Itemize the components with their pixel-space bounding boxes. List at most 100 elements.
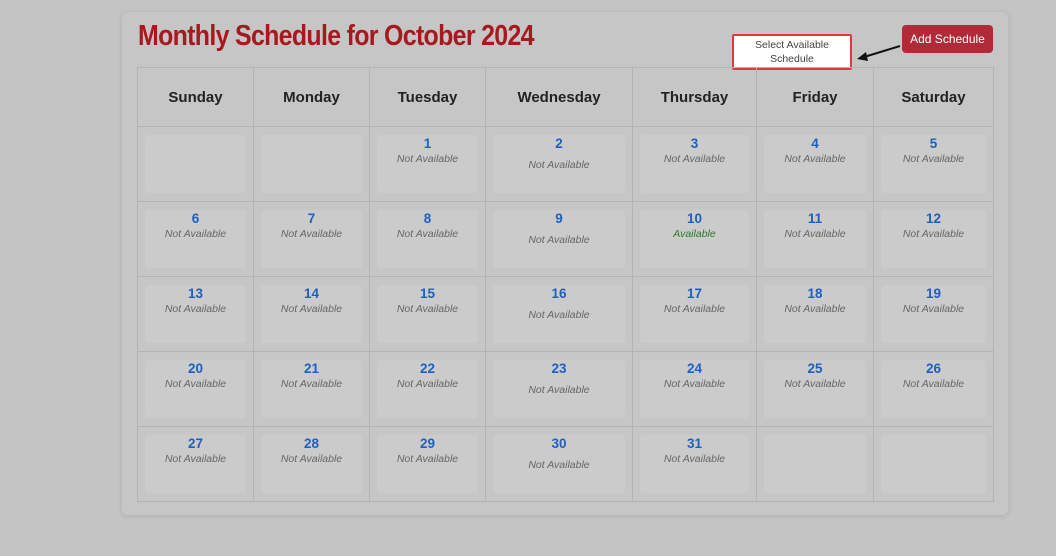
day-20[interactable]: 20 Not Available	[145, 360, 246, 418]
day-28[interactable]: 28 Not Available	[261, 435, 362, 493]
calendar-cell: 11 Not Available	[756, 201, 874, 277]
day-number: 30	[551, 436, 567, 451]
status-not-available: Not Available	[280, 303, 343, 315]
day-6[interactable]: 6 Not Available	[145, 210, 246, 268]
calendar-cell: 22 Not Available	[369, 351, 486, 427]
schedule-card: Monthly Schedule for October 2024 Select…	[122, 12, 1008, 515]
calendar-cell: 27 Not Available	[137, 426, 254, 502]
calendar-cell: 19 Not Available	[873, 276, 994, 352]
status-not-available: Not Available	[164, 228, 227, 240]
day-15[interactable]: 15 Not Available	[377, 285, 478, 343]
calendar-cell	[873, 426, 994, 502]
callout-text: Select Available Schedule	[755, 39, 829, 65]
day-31[interactable]: 31 Not Available	[640, 435, 749, 493]
select-schedule-callout: Select Available Schedule	[732, 34, 852, 70]
day-23[interactable]: 23 Not Available	[493, 360, 625, 418]
day-2[interactable]: 2 Not Available	[493, 135, 625, 193]
day-number: 18	[807, 286, 823, 301]
calendar-cell: 25 Not Available	[756, 351, 874, 427]
day-16[interactable]: 16 Not Available	[493, 285, 625, 343]
day-27[interactable]: 27 Not Available	[145, 435, 246, 493]
arrow-icon	[857, 45, 901, 61]
status-not-available: Not Available	[396, 378, 459, 390]
status-not-available: Not Available	[528, 159, 590, 171]
status-not-available: Not Available	[784, 228, 846, 240]
day-11[interactable]: 11 Not Available	[764, 210, 866, 268]
status-not-available: Not Available	[784, 378, 846, 390]
empty-day	[261, 135, 362, 193]
calendar-week-row: 13 Not Available 14 Not Available 15 Not Avai…	[137, 276, 994, 352]
calendar-cell: 9 Not Available	[485, 201, 633, 277]
day-number: 10	[686, 211, 703, 226]
calendar-cell: 6 Not Available	[137, 201, 254, 277]
day-24[interactable]: 24 Not Available	[640, 360, 749, 418]
day-number: 5	[929, 136, 938, 151]
day-8[interactable]: 8 Not Available	[377, 210, 478, 268]
calendar-cell: 8 Not Available	[369, 201, 486, 277]
calendar-grid: Sunday Monday Tuesday Wednesday Thursday…	[137, 67, 994, 502]
day-number: 9	[555, 211, 563, 226]
status-available: Available	[673, 228, 716, 240]
calendar-cell: 4 Not Available	[756, 126, 874, 202]
status-not-available: Not Available	[280, 228, 343, 240]
status-not-available: Not Available	[902, 303, 965, 315]
day-30[interactable]: 30 Not Available	[493, 435, 625, 493]
day-number: 11	[807, 211, 823, 226]
day-5[interactable]: 5 Not Available	[881, 135, 986, 193]
calendar-cell: 24 Not Available	[632, 351, 757, 427]
status-not-available: Not Available	[396, 453, 459, 465]
day-number: 3	[690, 136, 699, 151]
calendar-cell: 1 Not Available	[369, 126, 486, 202]
day-10[interactable]: 10 Available	[640, 210, 749, 268]
day-number: 26	[925, 361, 942, 376]
day-22[interactable]: 22 Not Available	[377, 360, 478, 418]
page-title: Monthly Schedule for October 2024	[138, 20, 535, 52]
day-number: 21	[303, 361, 320, 376]
status-not-available: Not Available	[663, 453, 726, 465]
day-number: 12	[925, 211, 942, 226]
day-19[interactable]: 19 Not Available	[881, 285, 986, 343]
weekday-sunday: Sunday	[137, 67, 254, 127]
day-25[interactable]: 25 Not Available	[764, 360, 866, 418]
day-7[interactable]: 7 Not Available	[261, 210, 362, 268]
calendar-cell: 20 Not Available	[137, 351, 254, 427]
add-schedule-button[interactable]: Add Schedule	[902, 25, 993, 53]
day-3[interactable]: 3 Not Available	[640, 135, 749, 193]
calendar-cell: 26 Not Available	[873, 351, 994, 427]
day-18[interactable]: 18 Not Available	[764, 285, 866, 343]
status-not-available: Not Available	[663, 153, 726, 165]
day-14[interactable]: 14 Not Available	[261, 285, 362, 343]
calendar-cell: 28 Not Available	[253, 426, 370, 502]
day-12[interactable]: 12 Not Available	[881, 210, 986, 268]
status-not-available: Not Available	[396, 303, 459, 315]
day-number: 17	[686, 286, 703, 301]
calendar-cell: 14 Not Available	[253, 276, 370, 352]
calendar-cell: 30 Not Available	[485, 426, 633, 502]
day-13[interactable]: 13 Not Available	[145, 285, 246, 343]
day-1[interactable]: 1 Not Available	[377, 135, 478, 193]
day-number: 20	[187, 361, 204, 376]
calendar-cell: 31 Not Available	[632, 426, 757, 502]
calendar-week-row: 27 Not Available 28 Not Available 29 Not Avai…	[137, 426, 994, 502]
calendar-cell: 23 Not Available	[485, 351, 633, 427]
status-not-available: Not Available	[784, 303, 846, 315]
day-17[interactable]: 17 Not Available	[640, 285, 749, 343]
day-29[interactable]: 29 Not Available	[377, 435, 478, 493]
weekday-tuesday: Tuesday	[369, 67, 486, 127]
status-not-available: Not Available	[663, 303, 726, 315]
day-9[interactable]: 9 Not Available	[493, 210, 625, 268]
day-number: 25	[807, 361, 823, 376]
status-not-available: Not Available	[396, 228, 459, 240]
status-not-available: Not Available	[902, 153, 965, 165]
day-number: 16	[551, 286, 567, 301]
day-26[interactable]: 26 Not Available	[881, 360, 986, 418]
weekday-monday: Monday	[253, 67, 370, 127]
day-number: 15	[419, 286, 436, 301]
status-not-available: Not Available	[528, 309, 590, 321]
day-number: 29	[419, 436, 436, 451]
day-21[interactable]: 21 Not Available	[261, 360, 362, 418]
day-4[interactable]: 4 Not Available	[764, 135, 866, 193]
status-not-available: Not Available	[663, 378, 726, 390]
status-not-available: Not Available	[902, 378, 965, 390]
day-number: 6	[191, 211, 200, 226]
